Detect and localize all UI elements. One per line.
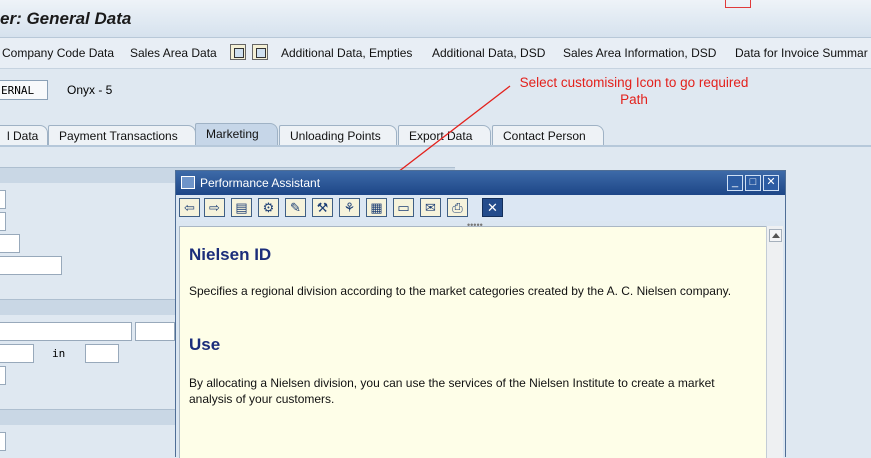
back-arrow-icon[interactable]: ⇦ <box>179 198 200 217</box>
table-icon[interactable]: ▦ <box>366 198 387 217</box>
technical-info-icon[interactable]: ⚙ <box>258 198 279 217</box>
tab-strip: l Data Payment Transactions Marketing Un… <box>0 123 871 146</box>
form-input[interactable] <box>0 190 6 209</box>
performance-assistant-dialog: Performance Assistant _ □ ✕ ⇦ ⇨ ▤ ⚙ ✎ ⚒ … <box>175 170 786 458</box>
tab-unloading-points[interactable]: Unloading Points <box>279 125 397 146</box>
help-heading: Nielsen ID <box>189 245 272 264</box>
tab-contact-person[interactable]: Contact Person <box>492 125 604 146</box>
use-text: By allocating a Nielsen division, you ca… <box>189 376 715 406</box>
tab-general-data[interactable]: l Data <box>0 125 48 146</box>
print-icon[interactable]: ⎙ <box>447 198 468 217</box>
form-input[interactable] <box>135 322 175 341</box>
settings-icon[interactable]: ⚘ <box>339 198 360 217</box>
customer-number-field[interactable]: ERNAL <box>0 80 48 100</box>
form-input[interactable] <box>0 366 6 385</box>
document-check-icon[interactable] <box>252 44 268 60</box>
customer-name-label: Onyx - 5 <box>67 83 113 97</box>
sales-area-information-dsd-button[interactable]: Sales Area Information, DSD <box>563 46 716 60</box>
use-heading: Use <box>189 335 221 354</box>
annotation-text: Select customising Icon to go required P… <box>519 75 749 107</box>
window-title-bar: er: General Data <box>0 0 871 38</box>
edit-icon[interactable]: ✎ <box>285 198 306 217</box>
tab-marketing[interactable]: Marketing <box>195 123 278 146</box>
tab-underline <box>0 145 871 147</box>
additional-data-empties-button[interactable]: Additional Data, Empties <box>281 46 412 60</box>
form-input[interactable] <box>0 212 6 231</box>
window-title: er: General Data <box>0 9 132 28</box>
minimize-icon[interactable]: _ <box>727 175 743 191</box>
form-input[interactable] <box>0 322 132 341</box>
in-label: in <box>52 347 66 360</box>
vertical-scrollbar[interactable] <box>766 226 783 458</box>
form-input[interactable] <box>85 344 119 363</box>
dialog-title: Performance Assistant <box>200 176 321 190</box>
application-toolbar: Company Code Data Sales Area Data Additi… <box>0 38 871 69</box>
form-input[interactable] <box>0 256 62 275</box>
personalize-icon[interactable]: ▭ <box>393 198 414 217</box>
close-icon[interactable]: ✕ <box>763 175 779 191</box>
form-input[interactable] <box>0 432 6 451</box>
notes-icon[interactable]: ✉ <box>420 198 441 217</box>
forward-arrow-icon[interactable]: ⇨ <box>204 198 225 217</box>
additional-data-dsd-button[interactable]: Additional Data, DSD <box>432 46 545 60</box>
tab-export-data[interactable]: Export Data <box>398 125 491 146</box>
tab-payment-transactions[interactable]: Payment Transactions <box>48 125 196 146</box>
annotation-box-corner <box>725 0 751 8</box>
help-definition: Specifies a regional division according … <box>189 284 732 298</box>
invoice-summary-data-button[interactable]: Data for Invoice Summar <box>735 46 868 60</box>
dialog-toolbar: ⇦ ⇨ ▤ ⚙ ✎ ⚒ ⚘ ▦ ▭ ✉ ⎙ ✕ <box>176 195 785 221</box>
form-input[interactable] <box>0 234 20 253</box>
maximize-icon[interactable]: □ <box>745 175 761 191</box>
sales-area-data-button[interactable]: Sales Area Data <box>130 46 217 60</box>
help-content-pane: Nielsen ID Specifies a regional division… <box>179 226 767 458</box>
dialog-title-bar[interactable]: Performance Assistant _ □ ✕ <box>176 171 785 195</box>
close-x-icon[interactable]: ✕ <box>482 198 503 217</box>
scroll-up-icon[interactable] <box>769 229 782 242</box>
document-icon[interactable] <box>230 44 246 60</box>
book-icon[interactable]: ▤ <box>231 198 252 217</box>
customizing-icon[interactable]: ⚒ <box>312 198 333 217</box>
dialog-icon <box>181 176 195 189</box>
form-input[interactable] <box>0 344 34 363</box>
company-code-data-button[interactable]: Company Code Data <box>2 46 114 60</box>
